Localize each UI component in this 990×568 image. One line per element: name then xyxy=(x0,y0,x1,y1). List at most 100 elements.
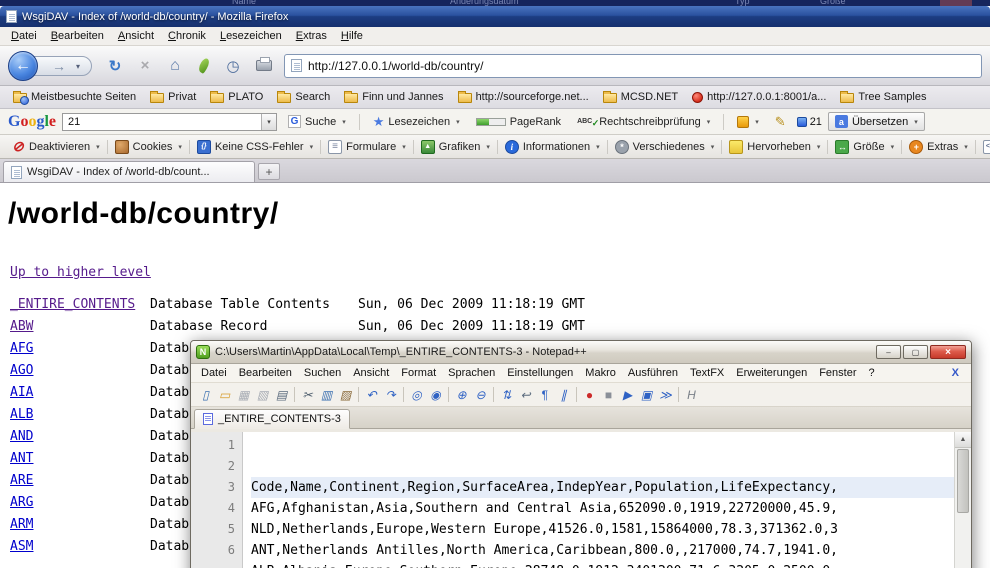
webdev-menu-button[interactable]: {} Keine CSS-Fehler ▾ xyxy=(189,140,320,154)
save-macro-icon[interactable]: ▣ xyxy=(637,385,656,404)
entry-link[interactable]: ARM xyxy=(10,517,33,532)
sync-scroll-icon[interactable]: ⇅ xyxy=(497,385,516,404)
entry-link[interactable]: ALB xyxy=(10,407,33,422)
new-tab-button[interactable]: + xyxy=(258,163,280,180)
history-clock-button[interactable]: ◷ xyxy=(222,57,244,75)
textfx-icon[interactable]: H xyxy=(682,385,701,404)
close-button[interactable]: × xyxy=(930,345,966,359)
cut-icon[interactable]: ✂ xyxy=(298,385,317,404)
entry-link[interactable]: ANT xyxy=(10,451,33,466)
notepadpp-menu-item[interactable]: Format xyxy=(395,367,442,379)
entry-link[interactable]: ARE xyxy=(10,473,33,488)
document-tab[interactable]: _ENTIRE_CONTENTS-3 xyxy=(194,409,350,429)
webdev-menu-button[interactable]: ≡ Formulare ▾ xyxy=(320,140,413,154)
firefox-titlebar[interactable]: WsgiDAV - Index of /world-db/country/ - … xyxy=(0,6,990,27)
save-icon[interactable]: ▦ xyxy=(234,385,253,404)
bookmark-item[interactable]: Search xyxy=(270,91,337,103)
record-macro-icon[interactable]: ● xyxy=(580,385,599,404)
save-all-icon[interactable]: ▧ xyxy=(253,385,272,404)
notepadpp-menu-item[interactable]: Ausführen xyxy=(622,367,684,379)
firefox-menu-item[interactable]: Datei xyxy=(4,28,44,44)
webdev-menu-button[interactable]: ▲ Grafiken ▾ xyxy=(413,140,497,154)
stop-macro-icon[interactable]: ■ xyxy=(599,385,618,404)
code-line[interactable]: ANT,Netherlands Antilles,North America,C… xyxy=(251,540,954,561)
entry-link[interactable]: AFG xyxy=(10,341,33,356)
firefox-menu-item[interactable]: Lesezeichen xyxy=(213,28,289,44)
open-file-icon[interactable]: ▭ xyxy=(215,385,234,404)
highlighter-pen-button[interactable]: ✎ xyxy=(770,112,791,132)
webdev-menu-button[interactable]: * Verschiedenes ▾ xyxy=(607,140,722,154)
play-macro-icon[interactable]: ▶ xyxy=(618,385,637,404)
webdev-menu-button[interactable]: ⊘ Deaktivieren ▾ xyxy=(4,140,107,154)
notepadpp-menu-item[interactable]: Suchen xyxy=(298,367,347,379)
vertical-scrollbar[interactable]: ▲ xyxy=(954,432,971,568)
url-bar[interactable]: http://127.0.0.1/world-db/country/ xyxy=(284,54,982,78)
bookmark-item[interactable]: Meistbesuchte Seiten xyxy=(6,91,143,103)
code-line[interactable]: AFG,Afghanistan,Asia,Southern and Centra… xyxy=(251,498,954,519)
reload-button[interactable]: ↻ xyxy=(104,57,126,75)
notepadpp-menu-item[interactable]: Ansicht xyxy=(347,367,395,379)
entry-link[interactable]: AND xyxy=(10,429,33,444)
notepadpp-menu-item[interactable]: ? xyxy=(862,367,880,379)
bookmark-item[interactable]: http://127.0.0.1:8001/a... xyxy=(685,91,833,103)
translate-button[interactable]: a Übersetzen ▾ xyxy=(828,112,925,131)
scrollbar-thumb[interactable] xyxy=(957,449,969,513)
minimize-button[interactable]: – xyxy=(876,345,901,359)
code-line[interactable]: NLD,Netherlands,Europe,Western Europe,41… xyxy=(251,519,954,540)
firefox-menu-item[interactable]: Extras xyxy=(289,28,334,44)
google-search-value[interactable]: 21 xyxy=(63,116,261,128)
code-line[interactable]: ALB,Albania,Europe,Southern Europe,28748… xyxy=(251,561,954,568)
print-icon[interactable]: ▤ xyxy=(272,385,291,404)
browser-tab[interactable]: WsgiDAV - Index of /world-db/count... xyxy=(3,161,255,182)
firefox-menu-item[interactable]: Ansicht xyxy=(111,28,161,44)
entry-link[interactable]: ARG xyxy=(10,495,33,510)
webdev-menu-button[interactable]: Cookies ▾ xyxy=(107,140,189,154)
code-area[interactable]: Code,Name,Continent,Region,SurfaceArea,I… xyxy=(243,432,954,568)
url-text[interactable]: http://127.0.0.1/world-db/country/ xyxy=(308,59,483,73)
autofill-button[interactable]: ▾ xyxy=(732,114,764,130)
entry-link[interactable]: ASM xyxy=(10,539,33,554)
find-icon[interactable]: ◎ xyxy=(407,385,426,404)
bookmark-item[interactable]: PLATO xyxy=(203,91,270,103)
code-line[interactable]: Code,Name,Continent,Region,SurfaceArea,I… xyxy=(251,477,954,498)
run-multiple-icon[interactable]: ≫ xyxy=(656,385,675,404)
history-dropdown-button[interactable]: ▾ xyxy=(76,62,80,71)
pagerank-widget[interactable]: PageRank xyxy=(471,114,566,130)
firefox-menu-item[interactable]: Bearbeiten xyxy=(44,28,111,44)
up-to-higher-level-link[interactable]: Up to higher level xyxy=(10,265,151,280)
firefox-menu-item[interactable]: Hilfe xyxy=(334,28,370,44)
scroll-up-arrow[interactable]: ▲ xyxy=(955,432,971,448)
word-wrap-icon[interactable]: ↩ xyxy=(516,385,535,404)
notepadpp-titlebar[interactable]: N C:\Users\Martin\AppData\Local\Temp\_EN… xyxy=(191,341,971,364)
webdev-menu-button[interactable]: + Extras ▾ xyxy=(901,140,975,154)
notepadpp-menu-item[interactable]: Makro xyxy=(579,367,622,379)
entry-link[interactable]: ABW xyxy=(10,319,33,334)
redo-icon[interactable]: ↷ xyxy=(381,385,400,404)
google-bookmarks-button[interactable]: ★ Lesezeichen ▾ xyxy=(368,112,465,132)
undo-icon[interactable]: ↶ xyxy=(362,385,381,404)
notepadpp-menu-item[interactable]: Erweiterungen xyxy=(730,367,813,379)
webdev-menu-button[interactable]: i Informationen ▾ xyxy=(497,140,607,154)
webdev-menu-button[interactable]: ↔ Größe ▾ xyxy=(827,140,901,154)
feed-reader-icon[interactable] xyxy=(197,57,212,74)
notepadpp-menu-item[interactable]: Einstellungen xyxy=(501,367,579,379)
forward-button[interactable]: → xyxy=(46,56,72,76)
entry-link[interactable]: AIA xyxy=(10,385,33,400)
stop-button[interactable]: × xyxy=(134,57,156,74)
close-document-icon[interactable]: X xyxy=(944,367,967,379)
webdev-menu-button[interactable]: Hervorheben ▾ xyxy=(721,140,827,154)
indent-guide-icon[interactable]: ∥ xyxy=(554,385,573,404)
notepadpp-menu-item[interactable]: Sprachen xyxy=(442,367,501,379)
google-search-button[interactable]: G Suche ▾ xyxy=(283,113,351,130)
firefox-menu-item[interactable]: Chronik xyxy=(161,28,213,44)
replace-icon[interactable]: ◉ xyxy=(426,385,445,404)
google-search-box[interactable]: 21 ▾ xyxy=(62,113,277,131)
entry-link[interactable]: _ENTIRE_CONTENTS xyxy=(10,297,135,312)
spellcheck-button[interactable]: ABC Rechtschreibprüfung ▾ xyxy=(572,114,715,130)
show-symbols-icon[interactable]: ¶ xyxy=(535,385,554,404)
new-file-icon[interactable]: ▯ xyxy=(196,385,215,404)
zoom-out-icon[interactable]: ⊖ xyxy=(471,385,490,404)
entry-link[interactable]: AGO xyxy=(10,363,33,378)
maximize-button[interactable]: ▢ xyxy=(903,345,928,359)
notepadpp-menu-item[interactable]: Fenster xyxy=(813,367,862,379)
